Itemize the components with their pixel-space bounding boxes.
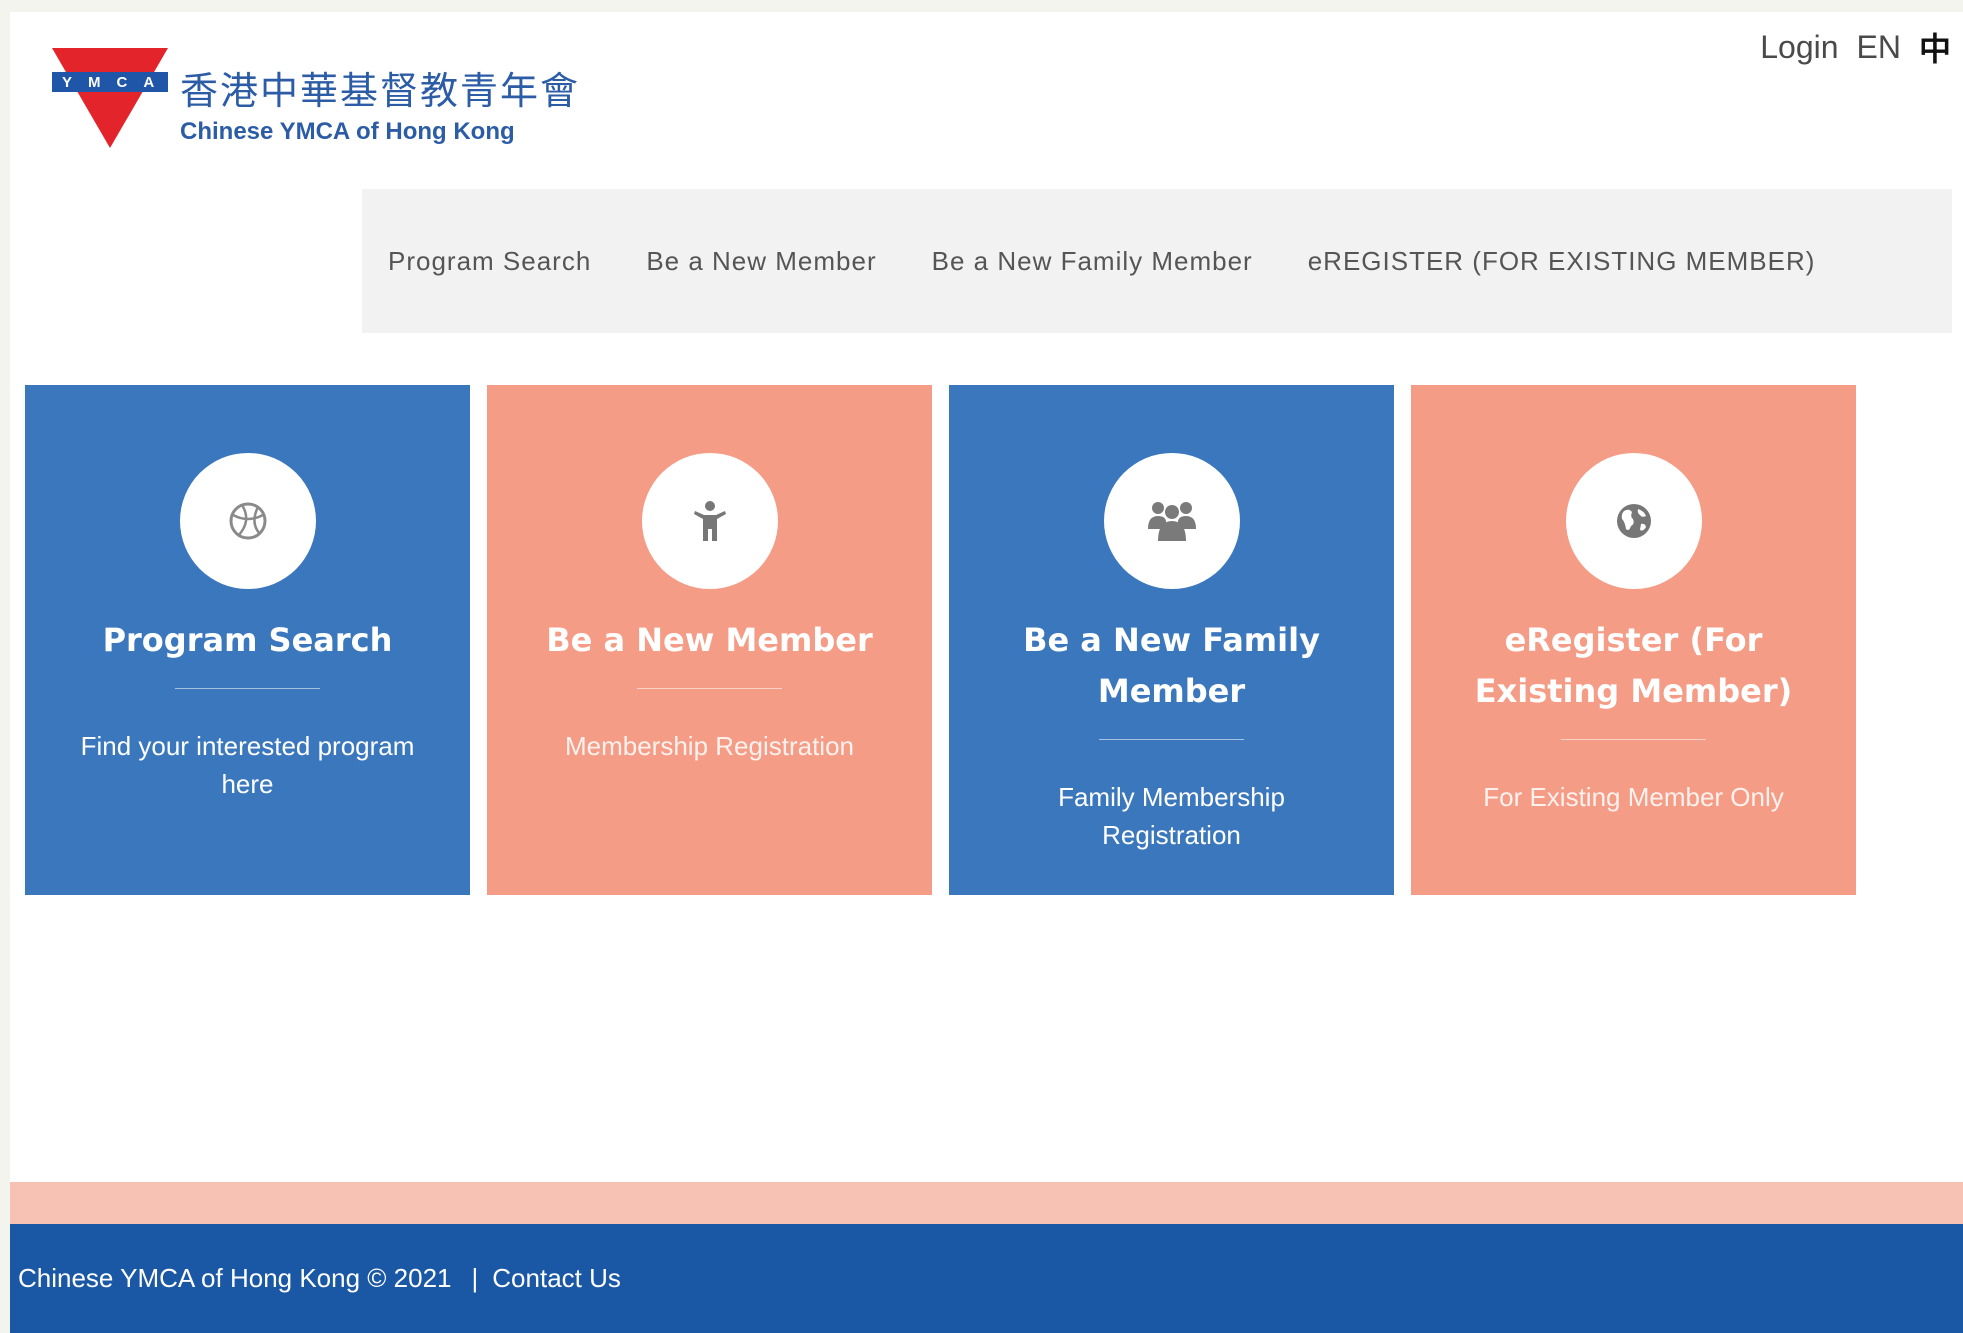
tile-divider — [175, 688, 320, 689]
nav-new-member[interactable]: Be a New Member — [646, 246, 876, 277]
footer-separator: | — [471, 1263, 479, 1293]
logo-text: 香港中華基督教青年會 Chinese YMCA of Hong Kong — [180, 70, 580, 146]
footer-copyright: Chinese YMCA of Hong Kong © 2021 — [18, 1263, 452, 1293]
tile-new-member[interactable]: Be a New Member Membership Registration — [487, 385, 932, 895]
group-icon — [1147, 502, 1196, 541]
ymca-logo[interactable]: YMCA 香港中華基督教青年會 Chinese YMCA of Hong Kon… — [52, 48, 580, 148]
tile-eregister[interactable]: eRegister (For Existing Member) For Exis… — [1411, 385, 1856, 895]
footer-accent-band — [10, 1182, 1963, 1224]
tile-title: Be a New Family Member — [1023, 621, 1320, 710]
globe-icon — [1616, 504, 1651, 538]
tile-divider — [1561, 739, 1706, 740]
tile-icon-circle — [1103, 453, 1240, 589]
logo-name-en: Chinese YMCA of Hong Kong — [180, 118, 515, 145]
tile-program-search[interactable]: Program Search Find your interested prog… — [25, 385, 470, 895]
login-link[interactable]: Login — [1760, 29, 1838, 66]
logo-letters: YMCA — [62, 74, 168, 91]
tile-icon-circle — [1565, 453, 1702, 589]
tile-icon-circle — [179, 453, 316, 589]
lang-en-link[interactable]: EN — [1857, 29, 1901, 66]
tile-divider — [637, 688, 782, 689]
nav-eregister[interactable]: eREGISTER (FOR EXISTING MEMBER) — [1308, 246, 1816, 277]
footer: Chinese YMCA of Hong Kong © 2021 | Conta… — [10, 1224, 1963, 1333]
tile-divider — [1099, 739, 1244, 740]
logo-name-zh: 香港中華基督教青年會 — [180, 69, 581, 113]
tile-subtitle: For Existing Member Only — [1483, 782, 1784, 812]
nav-program-search[interactable]: Program Search — [388, 246, 591, 277]
tile-icon-circle — [641, 453, 778, 589]
tile-title: eRegister (For Existing Member) — [1474, 621, 1793, 710]
tile-title: Be a New Member — [546, 621, 873, 659]
tile-new-family-member[interactable]: Be a New Family Member Family Membership… — [949, 385, 1394, 895]
tile-subtitle: Membership Registration — [564, 731, 854, 761]
person-icon — [693, 501, 726, 541]
ymca-triangle-logo: YMCA — [52, 48, 168, 148]
tiles: Program Search Find your interested prog… — [25, 385, 1856, 895]
lang-zh-link[interactable]: 中 — [1919, 24, 1951, 70]
page: YMCA 香港中華基督教青年會 Chinese YMCA of Hong Kon… — [10, 12, 1963, 1333]
basketball-icon — [229, 502, 266, 540]
contact-us-link[interactable]: Contact Us — [492, 1263, 621, 1294]
main-nav: Program Search Be a New Member Be a New … — [362, 189, 1952, 333]
tile-title: Program Search — [102, 621, 393, 659]
tile-subtitle: Family Membership Registration — [1058, 782, 1285, 850]
top-links: Login EN 中 — [1760, 24, 1951, 70]
tile-subtitle: Find your interested program here — [80, 731, 415, 799]
nav-new-family-member[interactable]: Be a New Family Member — [932, 246, 1253, 277]
